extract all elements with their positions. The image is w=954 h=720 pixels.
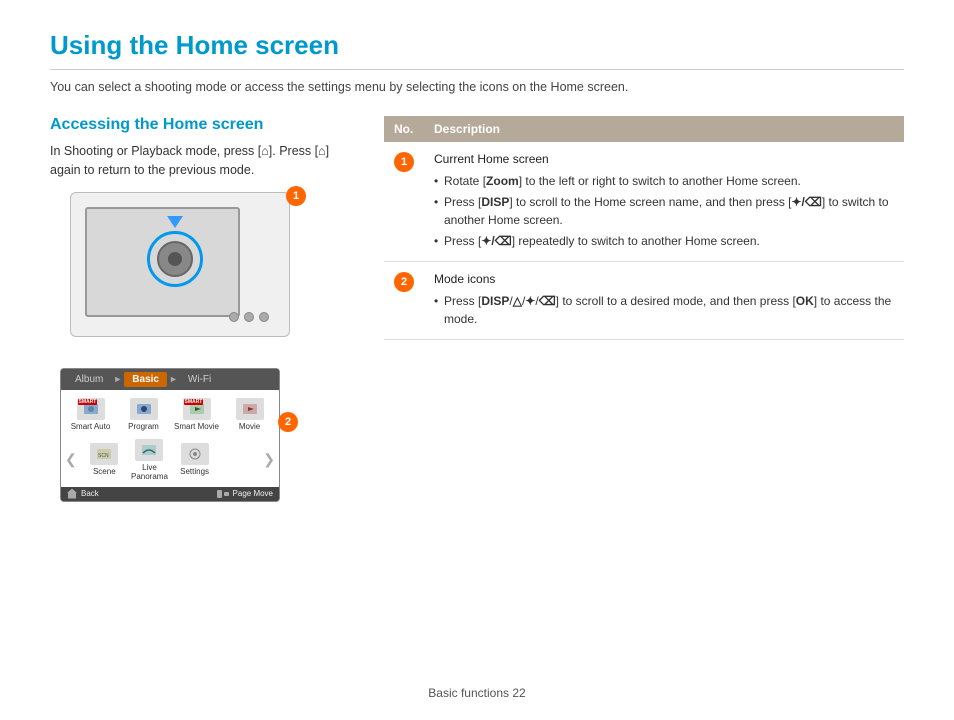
row2-bullet-1: Press [DISP/△/✦/⌫] to scroll to a desire… (434, 292, 894, 328)
footer-text: Basic functions 22 (428, 686, 525, 700)
table-row-1: 1 Current Home screen Rotate [Zoom] to t… (384, 142, 904, 262)
section1-desc: In Shooting or Playback mode, press [⌂].… (50, 142, 360, 180)
cam-nav-back: Back (67, 489, 99, 499)
icon-settings-label: Settings (180, 467, 209, 476)
page-title: Using the Home screen (50, 30, 904, 70)
sm-btn-1 (229, 312, 239, 322)
row2-num: 2 (384, 262, 424, 340)
icon-smart-auto-img: SMART (77, 398, 105, 420)
small-buttons (229, 312, 269, 322)
icon-live-panorama-label: LivePanorama (131, 463, 168, 481)
home-icon (67, 489, 77, 499)
cam-icons-row2: ❮ SCN Scene LivePanorama (61, 435, 279, 487)
callout-2-ui: 2 (278, 412, 298, 432)
icon-settings-img (181, 443, 209, 465)
icon-movie-img (236, 398, 264, 420)
row1-bullet-3: Press [✦/⌫] repeatedly to switch to anot… (434, 232, 894, 250)
smart-badge-1: SMART (78, 399, 98, 405)
icon-smart-movie: SMART Smart Movie (171, 396, 222, 433)
left-column: Accessing the Home screen In Shooting or… (50, 116, 360, 505)
info-table: No. Description 1 Current Home screen Ro… (384, 116, 904, 340)
row1-num: 1 (384, 142, 424, 262)
nav-back-label: Back (81, 489, 99, 498)
sm-btn-3 (259, 312, 269, 322)
row2-headline: Mode icons (434, 270, 894, 288)
page-footer: Basic functions 22 (0, 686, 954, 700)
tab-arrow-2: ► (169, 374, 178, 384)
icon-scene-label: Scene (93, 467, 116, 476)
icon-settings: Settings (173, 441, 216, 478)
row1-desc: Current Home screen Rotate [Zoom] to the… (424, 142, 904, 262)
row2-content: Mode icons Press [DISP/△/✦/⌫] to scroll … (434, 270, 894, 328)
icon-program: Program (118, 396, 169, 433)
row1-headline: Current Home screen (434, 150, 894, 168)
icon-movie: Movie (224, 396, 275, 433)
nav-center (168, 252, 182, 266)
row2-arrow-left: ❮ (65, 451, 81, 468)
tab-wifi: Wi-Fi (180, 372, 219, 387)
arrow-down-icon (167, 216, 183, 228)
icon-program-label: Program (128, 422, 159, 431)
camera-screen (85, 207, 240, 317)
zoom-icon (216, 489, 230, 499)
blue-circle-highlight (147, 231, 203, 287)
icon-smart-movie-img: SMART (183, 398, 211, 420)
icon-scene-img: SCN (90, 443, 118, 465)
row1-content: Current Home screen Rotate [Zoom] to the… (434, 150, 894, 250)
bullet-1: 1 (394, 152, 414, 172)
sm-btn-2 (244, 312, 254, 322)
nav-wheel (157, 241, 193, 277)
row1-bullets: Rotate [Zoom] to the left or right to sw… (434, 172, 894, 250)
icon-smart-movie-label: Smart Movie (174, 422, 219, 431)
cam-icons-row1: SMART Smart Auto Program SMART (61, 390, 279, 435)
table-row-2: 2 Mode icons Press [DISP/△/✦/⌫] to scrol… (384, 262, 904, 340)
row1-bullet-1: Rotate [Zoom] to the left or right to sw… (434, 172, 894, 190)
tab-basic: Basic (124, 372, 167, 387)
cam-tab-bar: Album ► Basic ► Wi-Fi (61, 369, 279, 390)
smart-badge-2: SMART (184, 399, 204, 405)
row2-arrow-right: ❯ (259, 451, 275, 468)
row1-bullet-2: Press [DISP] to scroll to the Home scree… (434, 193, 894, 229)
cam-nav-pagemove: Page Move (216, 489, 273, 499)
right-column: No. Description 1 Current Home screen Ro… (384, 116, 904, 505)
icon-scene: SCN Scene (83, 441, 126, 478)
svg-text:SCN: SCN (98, 453, 109, 459)
icon-movie-label: Movie (239, 422, 260, 431)
icon-program-img (130, 398, 158, 420)
col-no-header: No. (384, 116, 424, 142)
page-subtitle: You can select a shooting mode or access… (50, 80, 904, 94)
bullet-2: 2 (394, 272, 414, 292)
row2-desc: Mode icons Press [DISP/△/✦/⌫] to scroll … (424, 262, 904, 340)
icon-live-panorama: LivePanorama (128, 437, 171, 483)
icon-smart-auto-label: Smart Auto (71, 422, 111, 431)
camera-illustration (70, 192, 290, 337)
callout-1-camera: 1 (286, 186, 306, 206)
row2-bullets: Press [DISP/△/✦/⌫] to scroll to a desire… (434, 292, 894, 328)
cam-nav-bar: Back Page Move (61, 487, 279, 501)
section1-title: Accessing the Home screen (50, 116, 360, 134)
icon-live-panorama-img (135, 439, 163, 461)
nav-pagemove-label: Page Move (233, 489, 273, 498)
tab-arrow-1: ► (113, 374, 122, 384)
col-desc-header: Description (424, 116, 904, 142)
tab-album: Album (67, 372, 111, 387)
camera-ui-mockup: Album ► Basic ► Wi-Fi SMART Smart Auto (60, 368, 280, 502)
icon-smart-auto: SMART Smart Auto (65, 396, 116, 433)
